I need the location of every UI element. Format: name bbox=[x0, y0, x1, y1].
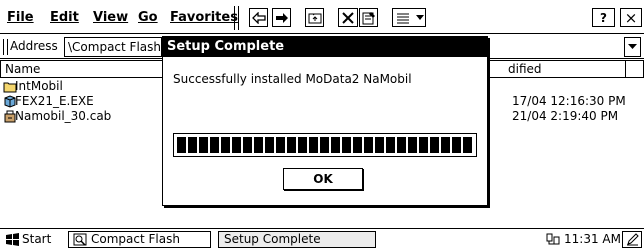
progress-fill bbox=[177, 137, 473, 153]
address-grip[interactable] bbox=[3, 39, 8, 55]
taskbar: Start Compact Flash Setup Complete 11:31… bbox=[0, 228, 644, 249]
address-input[interactable]: \Compact Flash bbox=[64, 37, 162, 57]
clock[interactable]: 11:31 AM bbox=[564, 232, 621, 246]
file-date: 17/04 12:16:30 PM bbox=[512, 94, 626, 108]
delete-x-icon bbox=[342, 11, 354, 24]
properties-button[interactable] bbox=[359, 8, 378, 27]
ok-button[interactable]: OK bbox=[283, 168, 363, 190]
taskbar-window-label: Compact Flash bbox=[91, 232, 180, 246]
chevron-down-icon bbox=[628, 44, 637, 49]
view-mode-button[interactable] bbox=[392, 8, 426, 27]
delete-button[interactable] bbox=[338, 8, 358, 27]
address-dropdown-button[interactable] bbox=[624, 37, 641, 57]
menu-go[interactable]: Go bbox=[138, 10, 158, 25]
chevron-down-icon bbox=[416, 14, 424, 20]
forward-arrow-icon bbox=[275, 12, 288, 23]
list-view-icon bbox=[397, 13, 409, 23]
taskbar-compact-flash[interactable]: Compact Flash bbox=[68, 231, 211, 248]
install-progress-bar bbox=[173, 133, 477, 157]
menu-view[interactable]: View bbox=[93, 10, 128, 25]
menu-favorites[interactable]: Favorites bbox=[170, 10, 238, 25]
taskbar-setup-complete[interactable]: Setup Complete bbox=[218, 231, 376, 248]
file-name: Namobil_30.cab bbox=[15, 109, 112, 123]
menu-file[interactable]: File bbox=[7, 10, 34, 25]
file-name: IntMobil bbox=[15, 79, 63, 93]
start-button[interactable]: Start bbox=[2, 231, 55, 248]
dialog-message: Successfully installed MoData2 NaMobil bbox=[173, 72, 412, 86]
toolbar-separator bbox=[234, 6, 239, 30]
up-folder-button[interactable] bbox=[305, 8, 324, 27]
input-panel-button[interactable] bbox=[622, 231, 642, 248]
column-header-extra[interactable] bbox=[626, 60, 644, 78]
explorer-icon bbox=[73, 233, 87, 246]
system-tray: 11:31 AM bbox=[546, 231, 621, 248]
help-button[interactable]: ? bbox=[592, 8, 615, 27]
progress-track bbox=[177, 137, 473, 153]
close-button[interactable]: × bbox=[620, 8, 642, 27]
menu-edit[interactable]: Edit bbox=[50, 10, 79, 25]
file-date: 21/04 2:19:40 PM bbox=[512, 109, 619, 123]
network-icon[interactable] bbox=[546, 233, 560, 246]
up-folder-icon bbox=[308, 13, 321, 23]
setup-complete-dialog: Setup Complete Successfully installed Mo… bbox=[162, 36, 488, 206]
back-arrow-icon bbox=[251, 11, 266, 24]
windows-flag-icon bbox=[6, 233, 19, 246]
command-bar: File Edit View Go Favorites ? × bbox=[0, 0, 644, 34]
start-label: Start bbox=[22, 232, 52, 246]
file-name: FEX21_E.EXE bbox=[15, 94, 94, 108]
taskbar-window-label: Setup Complete bbox=[224, 232, 321, 246]
pencil-icon bbox=[626, 233, 639, 246]
dialog-title[interactable]: Setup Complete bbox=[163, 37, 487, 57]
address-label: Address bbox=[10, 39, 58, 53]
forward-button[interactable] bbox=[272, 8, 291, 27]
properties-icon bbox=[362, 11, 375, 24]
back-button[interactable] bbox=[249, 8, 268, 27]
